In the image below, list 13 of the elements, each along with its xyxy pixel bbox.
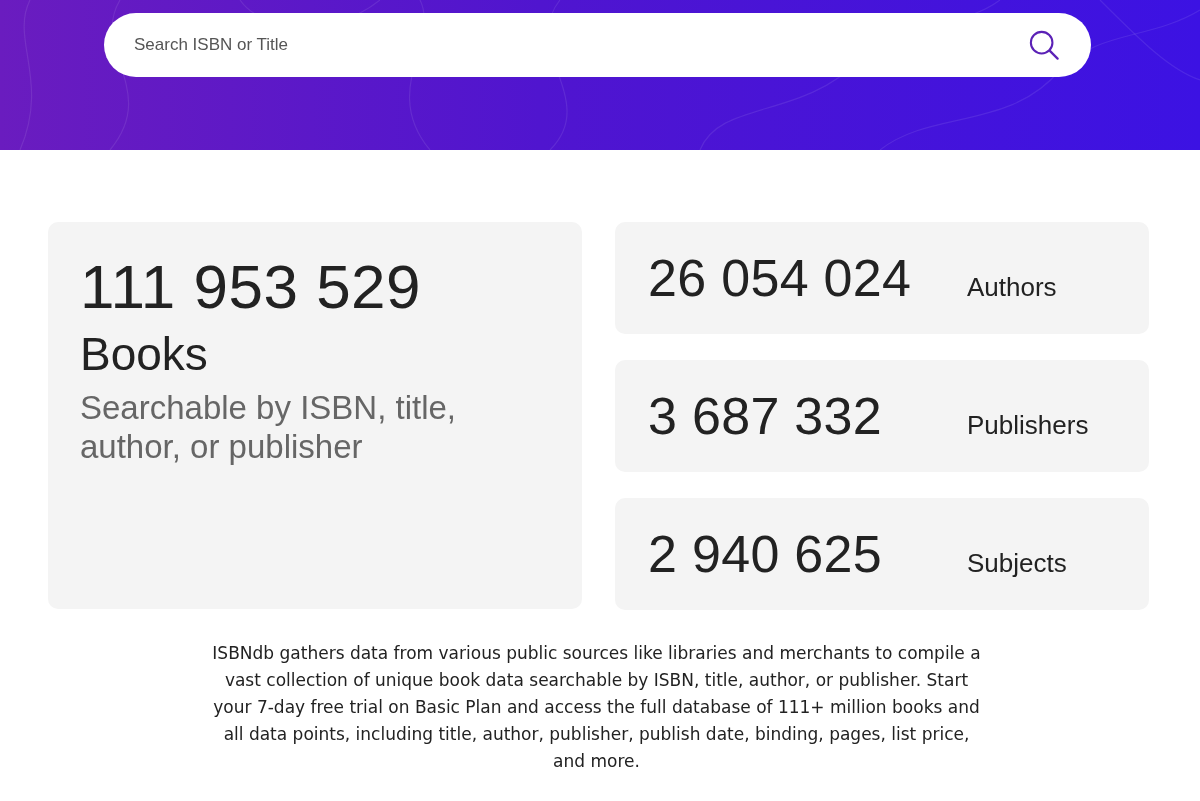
stat-label: Books [80, 327, 209, 382]
stat-value: 2 940 625 [648, 524, 884, 585]
description-paragraph: ISBNdb gathers data from various public sources like libraries and merchants to compile a vast collection of unique book data searchable by ISBN, title, author, or publisher. Start your 7-day free trial on Basic Plan and access the full database of 111+ million books and all data points, including title, author, publisher, publish date, binding, pages, list price, and more. [211, 642, 982, 773]
search-input[interactable]: Search ISBN or Title [134, 25, 1009, 65]
stat-value: 111 953 529 [80, 251, 423, 323]
stat-label: Authors [967, 272, 1058, 302]
stat-value: 3 687 332 [648, 386, 884, 447]
search-icon[interactable] [1029, 30, 1059, 60]
stat-value: 26 054 024 [648, 248, 913, 309]
stat-label: Publishers [967, 410, 1090, 440]
stat-label: Subjects [967, 548, 1068, 578]
stat-description: Searchable by ISBN, title, author, or publisher [80, 388, 458, 466]
search-field[interactable]: Search ISBN or Title [104, 13, 1091, 77]
